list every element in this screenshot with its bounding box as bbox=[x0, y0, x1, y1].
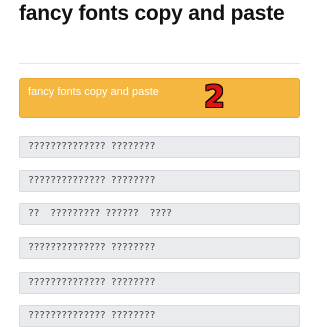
font-style-text: ?????????????? ???????? bbox=[28, 175, 155, 186]
font-style-item[interactable]: ?????????????? ???????? bbox=[19, 136, 300, 158]
font-style-text: ?????????????? ???????? bbox=[28, 242, 155, 253]
font-style-item[interactable]: ?????????????? ???????? bbox=[19, 305, 300, 327]
font-style-item[interactable]: ?? ????????? ?????? ???? bbox=[19, 203, 300, 225]
number-badge: 2 bbox=[204, 80, 225, 115]
font-style-text: ?? ????????? ?????? ???? bbox=[28, 208, 172, 219]
font-style-item[interactable]: ?????????????? ???????? bbox=[19, 170, 300, 192]
font-style-item[interactable]: ?????????????? ???????? bbox=[19, 237, 300, 259]
divider bbox=[19, 63, 300, 64]
font-style-text: ?????????????? ???????? bbox=[28, 141, 155, 152]
font-style-text: ?????????????? ???????? bbox=[28, 277, 155, 288]
page-title: fancy fonts copy and paste bbox=[19, 2, 285, 25]
font-style-text: ?????????????? ???????? bbox=[28, 310, 155, 321]
font-style-item[interactable]: ?????????????? ???????? bbox=[19, 272, 300, 294]
highlighted-font-text: fancy fonts copy and paste bbox=[28, 86, 159, 98]
highlighted-font-item[interactable]: fancy fonts copy and paste 2 bbox=[19, 78, 300, 118]
